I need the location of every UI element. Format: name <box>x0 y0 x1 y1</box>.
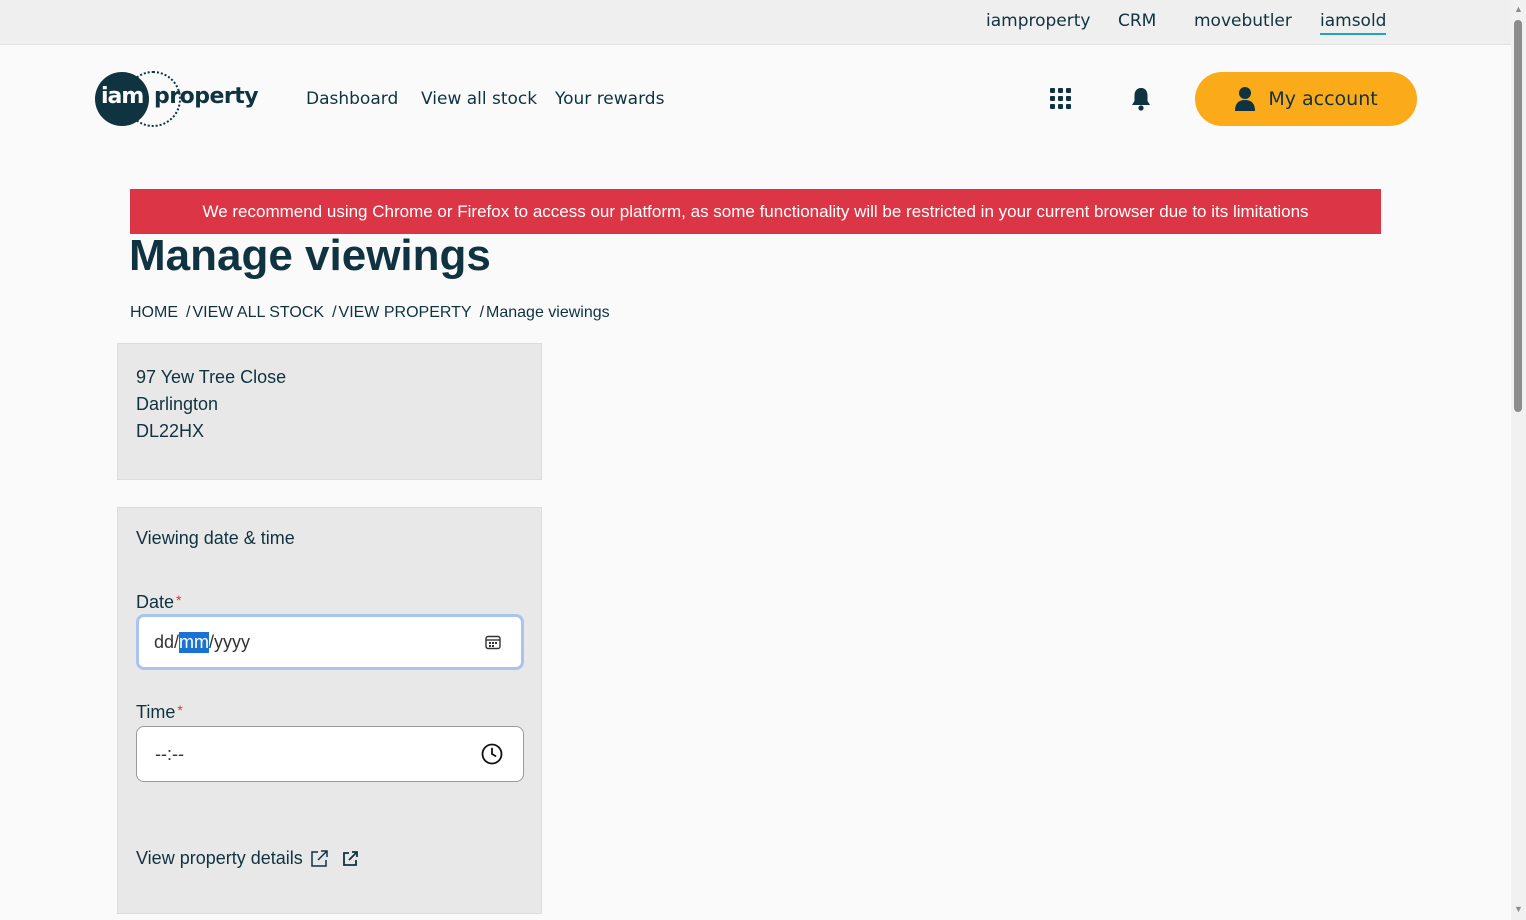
viewing-title: Viewing date & time <box>136 528 295 548</box>
date-label: Date * <box>136 592 182 612</box>
nav-dashboard[interactable]: Dashboard <box>306 89 398 109</box>
breadcrumb-current: Manage viewings <box>486 304 610 321</box>
time-input[interactable]: --:-- <box>136 726 524 782</box>
address-line-1: 97 Yew Tree Close <box>136 367 287 387</box>
time-value: --:-- <box>155 743 184 764</box>
required-marker: * <box>177 702 183 718</box>
nav-view-all-stock[interactable]: View all stock <box>421 89 537 109</box>
external-link-icon <box>342 850 358 866</box>
address-postcode: DL22HX <box>136 421 205 441</box>
clock-icon[interactable] <box>481 743 503 765</box>
external-link-icon <box>311 849 328 867</box>
browser-warning-text: We recommend using Chrome or Firefox to … <box>202 201 1309 221</box>
logo-property-text: property <box>154 84 259 109</box>
time-label: Time * <box>136 702 183 722</box>
page-title: Manage viewings <box>129 231 491 280</box>
my-account-button[interactable]: My account <box>1195 72 1417 126</box>
breadcrumb-view-all-stock[interactable]: VIEW ALL STOCK <box>192 304 324 321</box>
property-address-card: 97 Yew Tree Close Darlington DL22HX <box>117 343 542 480</box>
calendar-icon[interactable] <box>485 634 501 650</box>
my-account-label: My account <box>1268 88 1378 110</box>
breadcrumb-view-property[interactable]: VIEW PROPERTY <box>339 304 472 321</box>
topnav-iamsold[interactable]: iamsold <box>1320 11 1387 35</box>
view-property-details-link[interactable]: View property details <box>136 848 359 869</box>
browser-warning-banner: We recommend using Chrome or Firefox to … <box>130 189 1381 234</box>
scroll-up-arrow[interactable]: ▲ <box>1512 4 1525 14</box>
topnav-movebutler[interactable]: movebutler <box>1194 11 1292 31</box>
top-utility-bar: iamproperty CRM movebutler iamsold <box>0 0 1511 45</box>
scroll-down-arrow[interactable]: ▼ <box>1512 904 1525 914</box>
user-icon <box>1235 87 1256 111</box>
topnav-crm[interactable]: CRM <box>1118 11 1156 31</box>
breadcrumb: HOME / VIEW ALL STOCK / VIEW PROPERTY / Manage… <box>130 304 610 321</box>
topnav-iamproperty[interactable]: iamproperty <box>986 11 1090 31</box>
bell-icon[interactable] <box>1130 86 1152 112</box>
date-input[interactable]: dd/mm/yyyy <box>136 614 524 670</box>
date-month-segment[interactable]: mm <box>179 631 210 653</box>
nav-your-rewards[interactable]: Your rewards <box>555 89 664 109</box>
viewing-card: Viewing date & time Date * dd/mm/yyyy Tim… <box>117 507 542 914</box>
scrollbar-thumb[interactable] <box>1514 20 1522 412</box>
required-marker: * <box>176 592 182 608</box>
address-line-2: Darlington <box>136 394 219 414</box>
logo-iam-text: iam <box>101 84 144 109</box>
grid-icon[interactable] <box>1050 88 1071 109</box>
breadcrumb-home[interactable]: HOME <box>130 304 178 321</box>
